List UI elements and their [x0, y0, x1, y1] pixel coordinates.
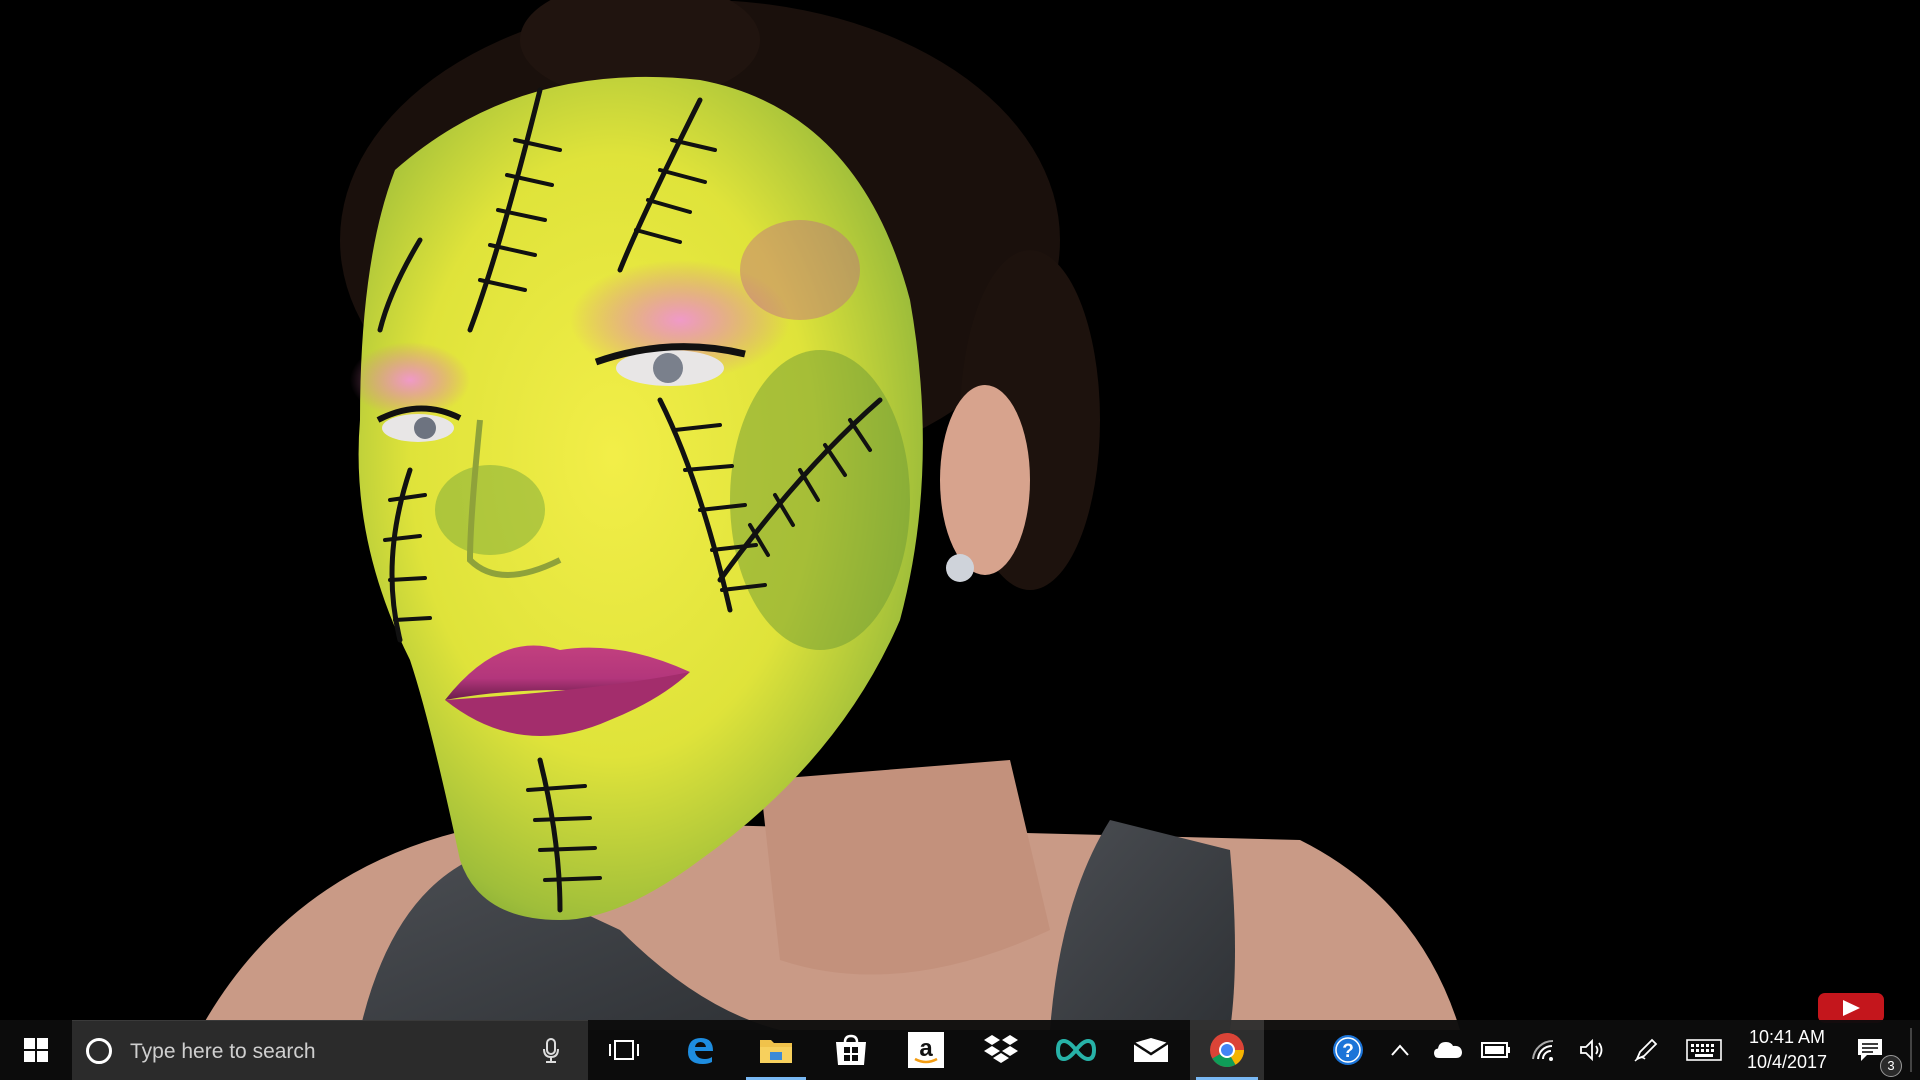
- screen: a: [0, 0, 1920, 1080]
- taskbar-app-store[interactable]: [815, 1020, 887, 1080]
- taskbar-app-amazon[interactable]: a: [890, 1020, 962, 1080]
- notification-count-badge: 3: [1880, 1055, 1902, 1077]
- earring: [946, 554, 974, 582]
- youtube-logo-icon[interactable]: [1818, 993, 1884, 1023]
- taskbar-app-infinity[interactable]: [1040, 1020, 1112, 1080]
- task-view-button[interactable]: [588, 1020, 660, 1080]
- file-explorer-icon: [760, 1040, 792, 1063]
- tray-wifi[interactable]: [1520, 1020, 1568, 1080]
- tray-help[interactable]: ?: [1324, 1020, 1372, 1080]
- taskbar: a: [0, 1020, 1920, 1080]
- infinity-app-icon: [1056, 1039, 1096, 1061]
- wifi-icon: [1532, 1039, 1554, 1061]
- start-button[interactable]: [0, 1020, 72, 1080]
- show-desktop-button[interactable]: [1910, 1028, 1912, 1072]
- tray-pen[interactable]: [1622, 1020, 1670, 1080]
- taskbar-app-chrome[interactable]: [1190, 1020, 1264, 1080]
- video-frame: [200, 0, 1460, 1030]
- volume-icon: [1580, 1039, 1603, 1061]
- help-icon: ?: [1333, 1035, 1363, 1065]
- touch-keyboard-icon: [1686, 1039, 1722, 1061]
- microphone-icon[interactable]: [542, 1038, 560, 1064]
- mail-icon: [1133, 1038, 1169, 1062]
- onedrive-icon: [1434, 1042, 1462, 1058]
- amazon-icon: a: [908, 1032, 944, 1068]
- tray-battery[interactable]: [1472, 1020, 1520, 1080]
- clock[interactable]: 10:41 AM 10/4/2017: [1730, 1020, 1844, 1080]
- dropbox-icon: [984, 1035, 1018, 1063]
- video-player[interactable]: [0, 0, 1920, 1080]
- task-view-icon: [609, 1040, 639, 1060]
- pen-icon: [1634, 1038, 1658, 1062]
- cortana-icon: [86, 1038, 112, 1064]
- tray-onedrive[interactable]: [1424, 1020, 1472, 1080]
- tray-touch-keyboard[interactable]: [1680, 1020, 1728, 1080]
- svg-text:a: a: [919, 1035, 933, 1062]
- search-input[interactable]: [128, 1021, 512, 1080]
- taskbar-app-mail[interactable]: [1115, 1020, 1187, 1080]
- taskbar-app-dropbox[interactable]: [965, 1020, 1037, 1080]
- edge-icon: [688, 1038, 713, 1064]
- svg-text:?: ?: [1342, 1041, 1354, 1062]
- search-box[interactable]: [72, 1020, 588, 1080]
- taskbar-app-file-explorer[interactable]: [740, 1020, 812, 1080]
- store-icon: [836, 1034, 866, 1065]
- taskbar-app-edge[interactable]: [664, 1020, 736, 1080]
- action-center-icon: [1858, 1039, 1882, 1061]
- show-hidden-icons-chevron: [1391, 1044, 1409, 1056]
- neck: [760, 760, 1050, 975]
- chrome-icon: [1210, 1033, 1244, 1067]
- windows-logo-icon: [24, 1038, 48, 1062]
- tray-volume[interactable]: [1568, 1020, 1616, 1080]
- clock-time: 10:41 AM: [1748, 1027, 1826, 1047]
- tray-show-hidden[interactable]: [1376, 1020, 1424, 1080]
- clock-date: 10/4/2017: [1746, 1052, 1828, 1072]
- battery-icon: [1481, 1042, 1510, 1058]
